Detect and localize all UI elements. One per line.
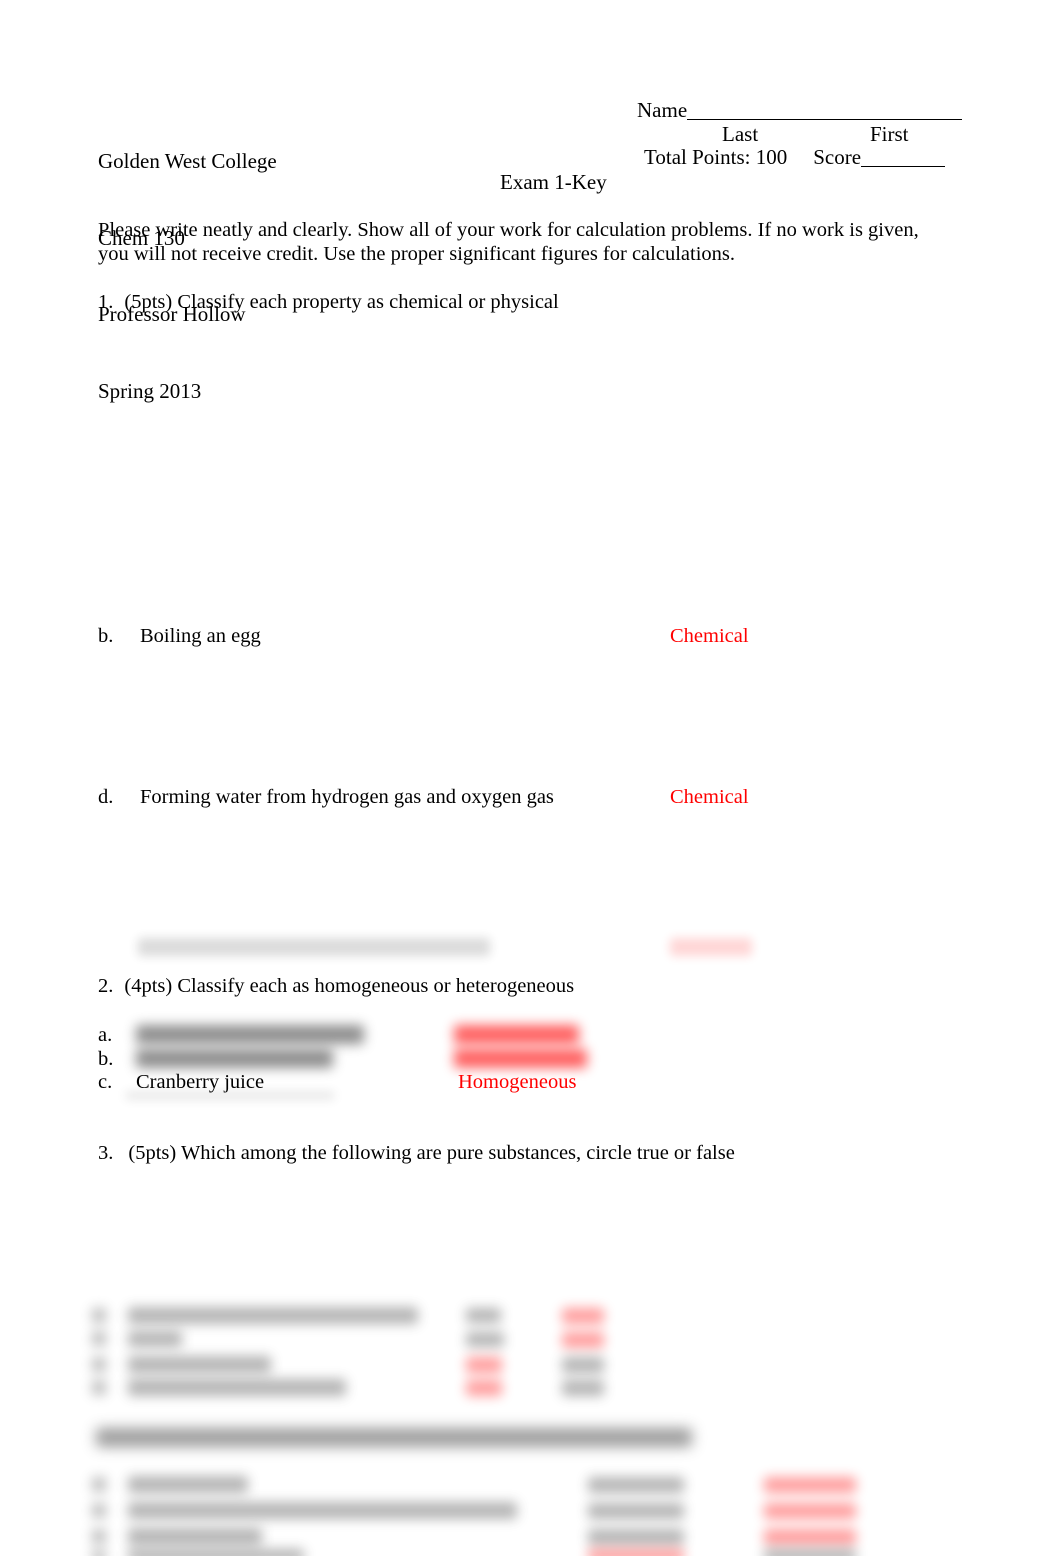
q2-item-c-letter: c. (98, 1071, 113, 1093)
q3-item-d-col1[interactable] (466, 1380, 502, 1396)
q4-item-d-letter (92, 1550, 106, 1556)
q3-item-b-col1[interactable] (466, 1332, 504, 1347)
q2-item-b-redacted-answer (454, 1049, 587, 1068)
exam-title: Exam 1-Key (500, 170, 607, 194)
q1-redacted-item-text (138, 938, 490, 956)
score-input-rule[interactable] (861, 166, 946, 167)
q2-item-a-redacted-answer (454, 1025, 579, 1044)
course-header-block: Golden West College Chem 130 Professor H… (98, 98, 277, 455)
q4-item-b-letter (92, 1503, 106, 1518)
q2-item-c-answer: Homogeneous (458, 1071, 577, 1093)
q3-item-a-letter (92, 1308, 106, 1323)
question-4-redacted-heading (96, 1428, 692, 1447)
q4-item-c-redacted-text (128, 1528, 262, 1545)
q4-item-c-letter (92, 1529, 106, 1544)
q3-item-b-col2[interactable] (562, 1332, 604, 1348)
q3-item-a-redacted-text (128, 1307, 418, 1324)
q4-item-d-col1 (588, 1549, 684, 1556)
name-field-row: Name (637, 98, 963, 124)
question-2-text: (4pts) Classify each as homogeneous or h… (124, 975, 575, 997)
q4-item-d-redacted-text (128, 1549, 304, 1556)
q1-item-d-letter: d. (98, 786, 114, 808)
question-1-number: 1. (98, 291, 114, 313)
q2-item-b-redacted-text (136, 1049, 333, 1068)
q3-item-b-redacted-text (128, 1331, 182, 1347)
q2-underline-artifact (126, 1092, 334, 1099)
q4-item-a-redacted-text (128, 1476, 248, 1493)
q4-item-a-col1 (588, 1477, 684, 1493)
exam-instructions: Please write neatly and clearly. Show al… (98, 219, 919, 265)
q1-item-d-text: Forming water from hydrogen gas and oxyg… (140, 786, 554, 808)
q4-item-a-letter (92, 1477, 106, 1492)
first-name-label: First (870, 122, 909, 146)
q1-redacted-item-answer (670, 938, 752, 956)
q1-item-d-answer: Chemical (670, 786, 749, 808)
q1-item-b-letter: b. (98, 625, 114, 647)
question-3-text: (5pts) Which among the following are pur… (128, 1142, 735, 1164)
question-1: 1. (5pts) Classify each property as chemi… (98, 290, 559, 314)
question-2-number: 2. (98, 975, 114, 997)
q4-item-c-col1 (588, 1529, 684, 1545)
q2-item-c-text: Cranberry juice (136, 1071, 265, 1093)
last-name-label: Last (722, 122, 759, 146)
q2-item-a-redacted-text (136, 1025, 364, 1044)
q4-item-c-col2 (764, 1529, 856, 1545)
q3-item-c-letter (92, 1357, 106, 1372)
q4-item-a-col2 (764, 1477, 856, 1493)
q1-item-b-answer: Chemical (670, 625, 749, 647)
question-3: 3. (5pts) Which among the following are p… (98, 1141, 735, 1165)
q3-item-d-col2[interactable] (562, 1380, 604, 1396)
q3-item-a-col2[interactable] (562, 1308, 604, 1324)
points-and-score-row: Total Points: 100 Score (644, 145, 946, 171)
q3-item-d-letter (92, 1380, 106, 1395)
q1-item-b-text: Boiling an egg (140, 625, 261, 647)
exam-document-page: Golden West College Chem 130 Professor H… (0, 0, 1062, 1556)
q3-item-b-letter (92, 1331, 106, 1346)
score-label: Score (813, 145, 862, 169)
question-3-number: 3. (98, 1142, 114, 1164)
question-2: 2. (4pts) Classify each as homogeneous or… (98, 974, 574, 998)
q2-item-a-letter: a. (98, 1024, 113, 1046)
question-1-text: (5pts) Classify each property as chemica… (124, 291, 559, 313)
q3-item-c-redacted-text (128, 1356, 271, 1373)
q3-item-a-col1[interactable] (466, 1308, 501, 1323)
q4-item-b-col2 (764, 1503, 856, 1519)
q4-item-b-redacted-text (128, 1502, 517, 1519)
q4-item-d-col2 (764, 1549, 856, 1556)
q3-item-c-col2[interactable] (562, 1357, 604, 1373)
name-input-rule[interactable] (687, 119, 963, 120)
q3-item-c-col1[interactable] (466, 1357, 502, 1373)
term-name: Spring 2013 (98, 378, 202, 403)
q4-item-b-col1 (588, 1503, 684, 1519)
q3-item-d-redacted-text (128, 1379, 346, 1396)
name-label: Name (637, 98, 688, 122)
q2-item-b-letter: b. (98, 1048, 114, 1070)
college-name: Golden West College (98, 149, 277, 173)
total-points-label: Total Points: 100 (644, 145, 788, 169)
